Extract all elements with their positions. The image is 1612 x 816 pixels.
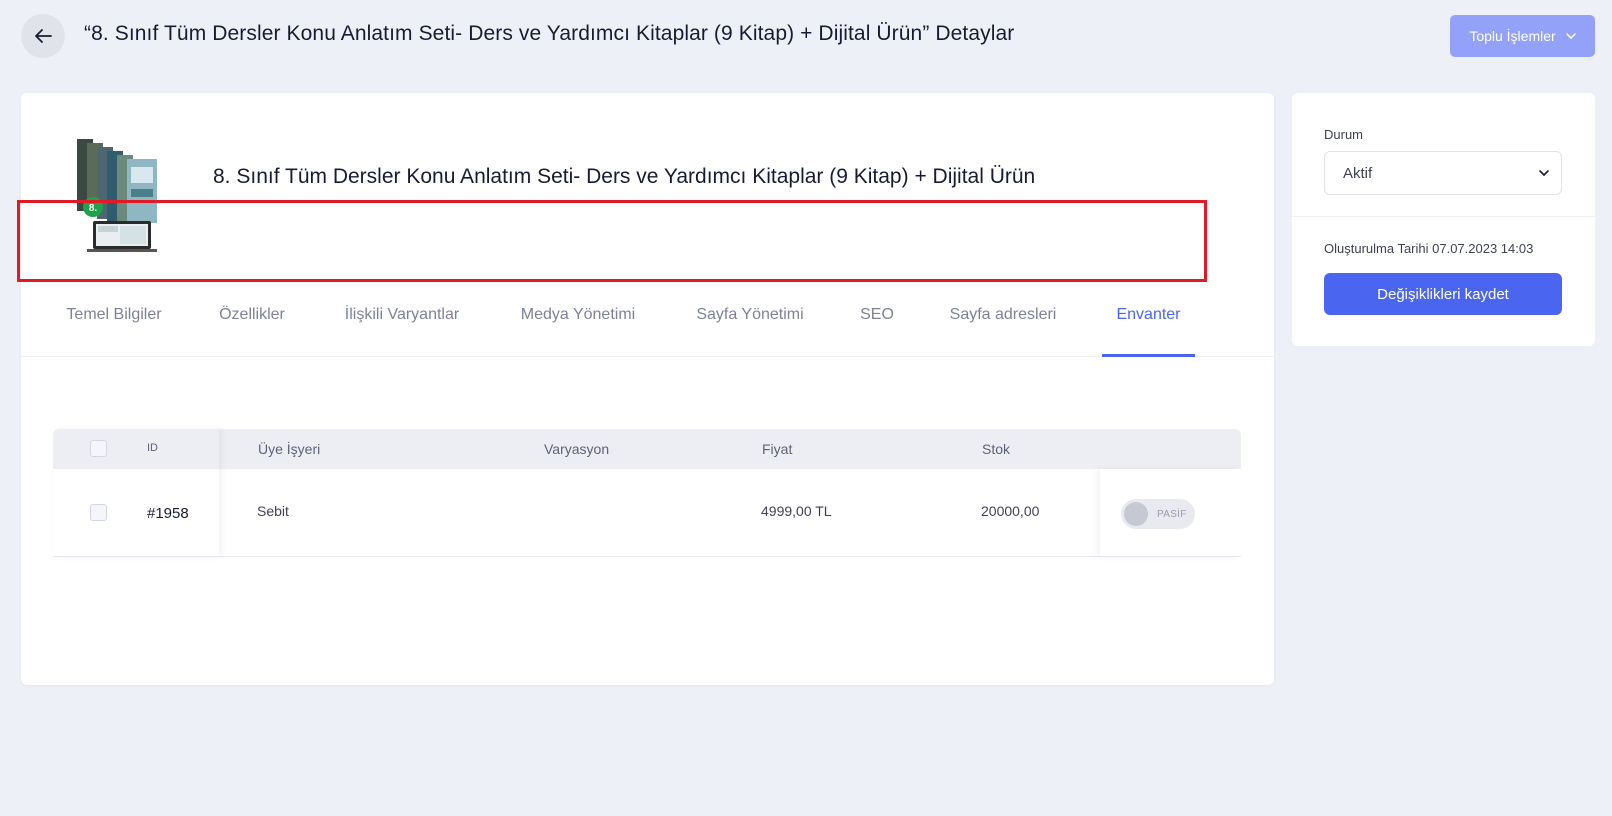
tab-basic-info[interactable]: Temel Bilgiler [66,283,162,357]
page-title: “8. Sınıf Tüm Dersler Konu Anlatım Seti-… [84,22,1015,45]
bulk-actions-button[interactable]: Toplu İşlemler [1450,15,1595,57]
status-select[interactable]: Aktif [1324,151,1562,195]
tab-inventory[interactable]: Envanter [1102,283,1195,357]
column-header-price: Fiyat [762,441,793,457]
arrow-left-icon [35,29,52,43]
column-header-id: ID [147,442,158,454]
tab-seo[interactable]: SEO [860,283,894,357]
page-header: “8. Sınıf Tüm Dersler Konu Anlatım Seti-… [0,0,1612,80]
tab-label: Medya Yönetimi [520,306,636,323]
row-checkbox[interactable] [90,504,107,521]
tab-page-urls[interactable]: Sayfa adresleri [948,283,1058,357]
table-row: #1958 Sebit 4999,00 TL 20000,00 PASİF [53,469,1241,557]
tab-label: Sayfa adresleri [949,306,1057,323]
tab-page-management[interactable]: Sayfa Yönetimi [695,283,805,357]
row-price: 4999,00 TL [761,503,832,519]
product-detail-card: 8. 8. Sınıf Tüm Dersler Konu Anlatım Set… [21,93,1274,685]
row-stock: 20000,00 [981,503,1040,519]
tab-label: Sayfa Yönetimi [696,306,804,323]
chevron-down-icon [1539,170,1549,176]
column-header-variation: Varyasyon [544,441,610,457]
row-id: #1958 [147,505,189,522]
tab-media-management[interactable]: Medya Yönetimi [520,283,636,357]
status-toggle[interactable]: PASİF [1121,499,1195,529]
column-header-stock: Stok [982,441,1011,457]
status-toggle-label: PASİF [1157,508,1187,520]
tab-label: SEO [860,306,894,323]
column-header-merchant: Üye İşyeri [258,441,321,457]
product-name: 8. Sınıf Tüm Dersler Konu Anlatım Seti- … [213,165,1036,188]
toggle-knob [1124,502,1148,526]
tab-bar: Temel Bilgiler Özellikler İlişkili Varya… [21,283,1274,357]
inventory-table: ID Üye İşyeri Varyasyon Fiyat Stok #1958… [53,429,1241,557]
status-panel: Durum Aktif Oluşturulma Tarihi 07.07.202… [1292,93,1595,346]
tab-related-variants[interactable]: İlişkili Varyantlar [343,283,461,357]
grade-badge-text: 8. [89,203,98,214]
bulk-actions-label: Toplu İşlemler [1469,28,1556,44]
table-header: ID Üye İşyeri Varyasyon Fiyat Stok [53,429,1241,469]
back-button[interactable] [21,14,65,58]
tab-label: Özellikler [219,306,285,323]
tab-features[interactable]: Özellikler [217,283,287,357]
product-image: 8. [73,131,173,253]
select-all-checkbox[interactable] [90,440,107,457]
tab-label: İlişkili Varyantlar [344,306,460,323]
save-changes-button[interactable]: Değişiklikleri kaydet [1324,273,1562,315]
divider [1292,216,1595,217]
status-select-value: Aktif [1343,164,1373,182]
tab-label: Envanter [1116,306,1181,323]
status-label: Durum [1324,127,1364,142]
chevron-down-icon [1565,33,1576,39]
row-merchant: Sebit [257,503,289,519]
created-date: Oluşturulma Tarihi 07.07.2023 14:03 [1324,241,1534,256]
tab-label: Temel Bilgiler [66,306,162,323]
